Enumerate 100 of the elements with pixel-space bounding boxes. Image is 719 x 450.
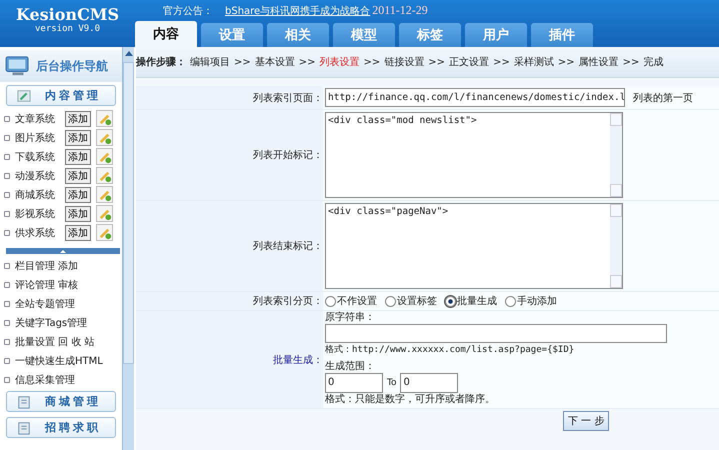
bullet-icon [4, 154, 10, 160]
step-item: 正文设置 [449, 56, 490, 69]
range-to-field[interactable]: 0 [400, 373, 458, 393]
add-button[interactable]: 添加 [65, 224, 91, 240]
version-text: version V9.0 [34, 24, 100, 34]
pencil-icon[interactable] [96, 110, 113, 127]
bullet-icon [4, 282, 10, 288]
sidebar-link[interactable]: 关键字Tags管理 [15, 316, 88, 330]
range-label: 生成范围： [325, 360, 375, 373]
system-link[interactable]: 商城系统 [15, 188, 65, 202]
bullet-icon [4, 338, 10, 344]
bullet-icon [4, 210, 10, 216]
step-item: 完成 [643, 56, 664, 69]
sidebar-link[interactable]: 全站专题管理 [15, 296, 75, 310]
steps-label: 操作步骤： [136, 56, 186, 69]
radio-label: 批量生成 [457, 294, 497, 308]
collapse-arrow-icon [60, 250, 66, 252]
field-label: 列表索引分页： [136, 292, 323, 310]
sidebar-link[interactable]: 栏目管理 添加 [15, 258, 78, 272]
step-item: 属性设置 [578, 56, 619, 69]
next-step-button[interactable]: 下 一 步 [563, 411, 610, 431]
to-label: To [387, 378, 396, 388]
section-title: 内容管理 [45, 88, 101, 103]
source-label: 原字符串： [325, 311, 375, 324]
field-note: 列表的第一页 [633, 92, 693, 104]
bullet-icon [4, 192, 10, 198]
logo-text: KesionCMS [16, 5, 120, 24]
add-button[interactable]: 添加 [65, 168, 91, 184]
step-item: 列表设置 [320, 56, 360, 69]
step-separator: >> [298, 56, 316, 68]
radio-label: 手动添加 [517, 294, 557, 308]
panel-title: 商城管理 [45, 394, 101, 409]
radio-button[interactable] [325, 296, 336, 306]
radio-button[interactable] [445, 296, 456, 306]
clipboard-icon [17, 394, 31, 408]
announcement-label: 官方公告： [163, 4, 213, 18]
source-input-field[interactable] [325, 324, 667, 343]
step-separator: >> [493, 56, 510, 68]
sidebar-link[interactable]: 评论管理 审核 [15, 278, 78, 292]
sidebar-panel-button[interactable]: 商城管理 [6, 391, 116, 412]
sidebar-link[interactable]: 一键快速生成HTML [15, 354, 103, 368]
step-separator: >> [558, 56, 575, 68]
bullet-icon [4, 134, 10, 140]
pencil-icon[interactable] [96, 186, 113, 203]
step-separator: >> [428, 56, 446, 68]
system-link[interactable]: 供求系统 [15, 226, 65, 240]
add-button[interactable]: 添加 [65, 186, 91, 202]
range-hint: 格式：只能是数字，可升序或者降序。 [325, 393, 495, 406]
bullet-icon [4, 358, 10, 364]
bullet-icon [4, 300, 10, 306]
field-label: 列表开始标记： [136, 110, 323, 200]
add-button[interactable]: 添加 [65, 130, 91, 146]
pencil-icon[interactable] [96, 129, 113, 146]
system-link[interactable]: 影视系统 [15, 206, 65, 220]
step-separator: >> [364, 56, 380, 68]
step-item: 编辑项目 [190, 56, 230, 69]
announcement-link[interactable]: bShare与科讯网携手成为战略合 [225, 4, 370, 18]
step-separator: >> [622, 56, 640, 68]
system-link[interactable]: 下载系统 [15, 150, 65, 164]
radio-label: 设置标签 [397, 294, 437, 308]
radio-button[interactable] [385, 296, 396, 306]
system-link[interactable]: 图片系统 [15, 130, 65, 144]
radio-button[interactable] [505, 296, 516, 306]
step-separator: >> [234, 56, 251, 68]
content-management-button[interactable]: 内容管理 [6, 85, 116, 106]
field-label: 批量生成： [136, 311, 323, 408]
step-item: 基本设置 [254, 56, 295, 69]
add-button[interactable]: 添加 [65, 110, 91, 126]
range-from-field[interactable]: 0 [325, 373, 383, 393]
add-button[interactable]: 添加 [65, 206, 91, 222]
bullet-icon [4, 262, 10, 268]
add-button[interactable]: 添加 [65, 148, 91, 164]
bullet-icon [4, 116, 10, 122]
step-item: 链接设置 [384, 56, 424, 69]
announcement-date: 2011-12-29 [372, 3, 428, 18]
text-area[interactable]: <div class="mod newslist"> [325, 112, 623, 198]
pencil-icon[interactable] [96, 167, 113, 184]
step-item: 采样测试 [514, 56, 554, 69]
pencil-icon[interactable] [96, 205, 113, 222]
pencil-icon[interactable] [96, 224, 113, 241]
sidebar-title: 后台操作导航 [36, 58, 108, 74]
pencil-icon[interactable] [96, 148, 113, 165]
format-hint: 格式：http://www.xxxxxx.com/list.asp?page={$ID} [325, 344, 574, 357]
system-link[interactable]: 动漫系统 [15, 168, 65, 182]
nav-tab[interactable]: 内容 [135, 21, 197, 47]
bullet-icon [4, 320, 10, 326]
sidebar-panel-button[interactable]: 招聘求职 [6, 417, 116, 438]
radio-label: 不作设置 [337, 294, 377, 308]
system-link[interactable]: 文章系统 [15, 112, 65, 126]
panel-title: 招聘求职 [45, 420, 101, 435]
sidebar-link[interactable]: 信息采集管理 [15, 372, 75, 386]
field-label: 列表结束标记： [136, 201, 323, 291]
clipboard-icon [17, 420, 31, 434]
bullet-icon [4, 172, 10, 178]
bullet-icon [4, 376, 10, 382]
text-area[interactable]: <div class="pageNav"> [325, 203, 623, 289]
sidebar-link[interactable]: 批量设置 回 收 站 [15, 334, 95, 348]
field-label: 列表索引页面： [136, 86, 323, 109]
bullet-icon [4, 230, 10, 236]
scrollbar[interactable] [122, 47, 134, 450]
